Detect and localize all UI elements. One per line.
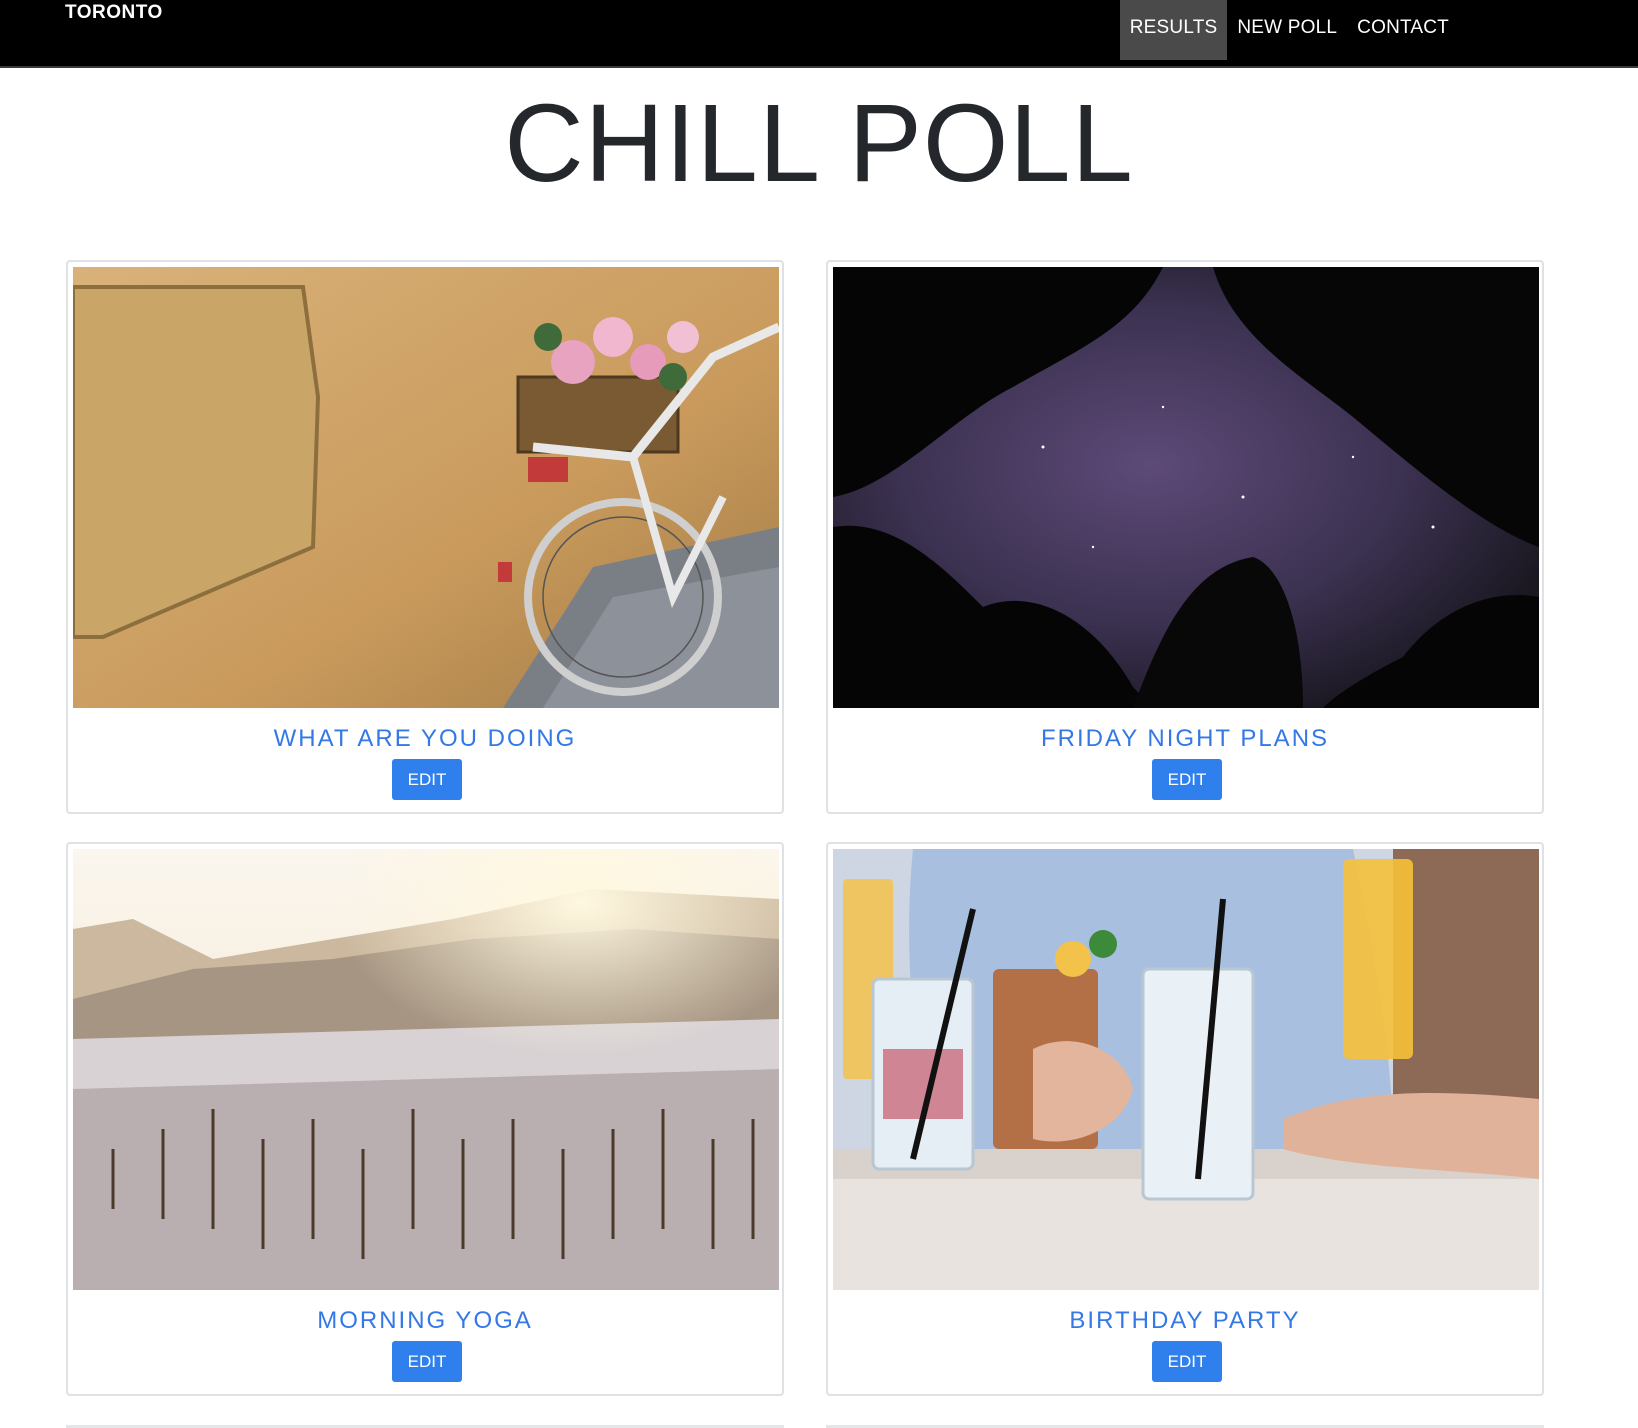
- bicycle-with-flower-box-photo[interactable]: [73, 267, 779, 708]
- brand-logo[interactable]: TORONTO: [65, 2, 163, 24]
- nav-item-contact[interactable]: CONTACT: [1347, 0, 1459, 60]
- poll-card: FRIDAY NIGHT PLANS EDIT: [826, 260, 1544, 814]
- poll-card: BIRTHDAY PARTY EDIT: [826, 842, 1544, 1396]
- edit-button[interactable]: EDIT: [392, 759, 462, 800]
- cocktail-drinks-photo[interactable]: [833, 849, 1539, 1290]
- poll-title: MORNING YOGA: [317, 1307, 533, 1334]
- edit-button[interactable]: EDIT: [1152, 1341, 1222, 1382]
- poll-card: MORNING YOGA EDIT: [66, 842, 784, 1396]
- snowy-mountain-forest-photo[interactable]: [73, 849, 779, 1290]
- page-title: CHILL POLL: [504, 82, 1134, 205]
- nav-menu: RESULTS NEW POLL CONTACT: [1119, 0, 1459, 60]
- nav-item-results[interactable]: RESULTS: [1119, 0, 1228, 60]
- poll-title: FRIDAY NIGHT PLANS: [1040, 725, 1330, 752]
- poll-card: WHAT ARE YOU DOING EDIT: [66, 260, 784, 814]
- night-sky-through-trees-photo[interactable]: [833, 267, 1539, 708]
- poll-title: WHAT ARE YOU DOING: [273, 725, 577, 752]
- edit-button[interactable]: EDIT: [392, 1341, 462, 1382]
- top-navbar: TORONTO RESULTS NEW POLL CONTACT: [0, 0, 1638, 68]
- nav-item-new-poll[interactable]: NEW POLL: [1227, 0, 1347, 60]
- poll-title: BIRTHDAY PARTY: [1069, 1307, 1301, 1334]
- edit-button[interactable]: EDIT: [1152, 759, 1222, 800]
